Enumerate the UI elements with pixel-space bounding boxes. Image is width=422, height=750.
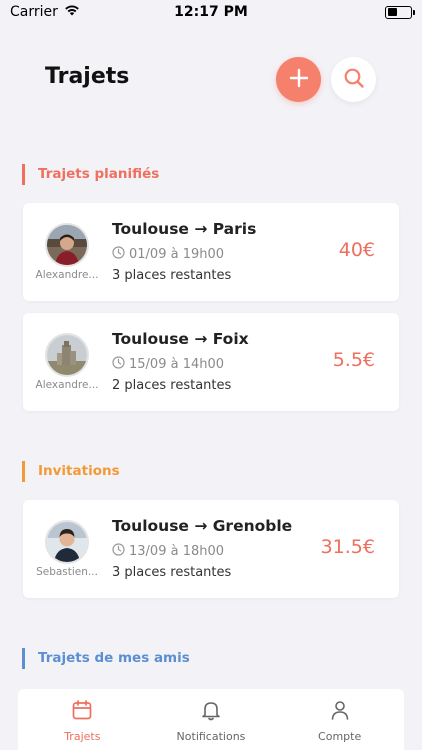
trip-price: 31.5€ — [320, 536, 375, 558]
avatar — [45, 520, 89, 564]
trip-route: Toulouse → Foix — [112, 330, 249, 348]
trip-price: 40€ — [338, 239, 375, 261]
tab-notifications[interactable]: Notifications — [156, 699, 266, 743]
status-left: Carrier — [10, 4, 80, 20]
trip-seats: 3 places restantes — [112, 268, 232, 283]
search-icon — [343, 67, 365, 93]
driver-name: Alexandre... — [35, 379, 99, 391]
clock-icon — [112, 543, 125, 560]
tab-bar: Trajets Notifications Compte — [18, 689, 404, 750]
trip-date: 15/09 à 14h00 — [129, 357, 225, 372]
add-trip-button[interactable] — [276, 57, 321, 102]
avatar — [45, 223, 89, 267]
trip-card[interactable]: Alexandre... Toulouse → Paris 01/09 à 19… — [23, 203, 399, 301]
trip-seats: 3 places restantes — [112, 565, 232, 580]
carrier-label: Carrier — [10, 4, 58, 20]
trip-card[interactable]: Alexandre... Toulouse → Foix 15/09 à 14h… — [23, 313, 399, 411]
trip-route: Toulouse → Paris — [112, 220, 257, 238]
bell-icon — [200, 699, 222, 725]
clock-icon — [112, 246, 125, 263]
clock-icon — [112, 356, 125, 373]
tab-compte[interactable]: Compte — [285, 699, 395, 743]
trip-date-line: 01/09 à 19h00 — [112, 246, 224, 263]
search-button[interactable] — [331, 57, 376, 102]
plus-icon — [289, 68, 309, 92]
trip-route: Toulouse → Grenoble — [112, 517, 293, 535]
tab-label: Compte — [318, 730, 362, 743]
trip-date: 13/09 à 18h00 — [129, 544, 225, 559]
trip-seats: 2 places restantes — [112, 378, 232, 393]
wifi-icon — [64, 4, 80, 20]
tab-label: Trajets — [64, 730, 101, 743]
battery-icon — [385, 5, 415, 19]
avatar — [45, 333, 89, 377]
page-title: Trajets — [45, 64, 130, 89]
section-title-planned: Trajets planifiés — [22, 164, 159, 185]
section-title-friends: Trajets de mes amis — [22, 648, 190, 669]
driver-name: Sebastien... — [36, 566, 98, 578]
trip-date-line: 13/09 à 18h00 — [112, 543, 224, 560]
tab-trajets[interactable]: Trajets — [27, 699, 137, 743]
tab-label: Notifications — [176, 730, 246, 743]
user-icon — [329, 699, 351, 725]
trip-date-line: 15/09 à 14h00 — [112, 356, 224, 373]
section-title-invitations: Invitations — [22, 461, 120, 482]
status-bar: Carrier 12:17 PM — [0, 0, 422, 24]
trip-date: 01/09 à 19h00 — [129, 247, 225, 262]
calendar-icon — [71, 699, 93, 725]
driver-name: Alexandre... — [35, 269, 99, 281]
trip-price: 5.5€ — [332, 349, 375, 371]
trip-card[interactable]: Sebastien... Toulouse → Grenoble 13/09 à… — [23, 500, 399, 598]
